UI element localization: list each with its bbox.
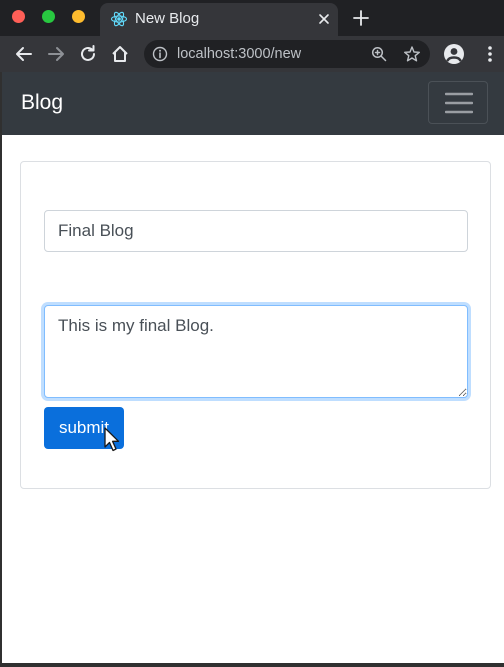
back-arrow-icon[interactable]	[14, 44, 34, 64]
site-navbar: Blog	[2, 72, 504, 135]
browser-toolbar: localhost:3000/new	[0, 36, 504, 72]
more-vert-icon[interactable]	[483, 44, 497, 64]
window-minimize-light[interactable]	[72, 10, 85, 23]
forward-arrow-icon[interactable]	[46, 44, 66, 64]
info-icon[interactable]	[152, 46, 168, 62]
mouse-pointer-icon	[104, 427, 120, 452]
home-icon[interactable]	[110, 44, 130, 64]
address-bar[interactable]: localhost:3000/new	[144, 40, 430, 68]
star-icon[interactable]	[403, 45, 421, 63]
plus-icon[interactable]	[352, 9, 370, 27]
reload-icon[interactable]	[78, 44, 98, 64]
hamburger-menu-icon	[445, 92, 473, 114]
page-viewport: Blog This is my final Blog. submit	[0, 72, 504, 667]
new-blog-form-card: This is my final Blog. submit	[20, 161, 491, 489]
navbar-toggler-button[interactable]	[428, 81, 488, 124]
window-maximize-light[interactable]	[42, 10, 55, 23]
zoom-icon[interactable]	[371, 46, 387, 62]
tab-title: New Blog	[135, 10, 200, 27]
browser-tab[interactable]: New Blog	[100, 3, 338, 36]
account-icon[interactable]	[443, 43, 465, 65]
close-icon[interactable]	[316, 11, 332, 27]
blog-body-textarea[interactable]: This is my final Blog.	[44, 305, 468, 398]
navbar-brand[interactable]: Blog	[21, 91, 63, 115]
browser-tab-bar: New Blog	[0, 0, 504, 36]
url-text[interactable]: localhost:3000/new	[177, 46, 301, 62]
window-close-light[interactable]	[12, 10, 25, 23]
react-logo-icon	[110, 11, 128, 27]
blog-title-input[interactable]	[44, 210, 468, 252]
